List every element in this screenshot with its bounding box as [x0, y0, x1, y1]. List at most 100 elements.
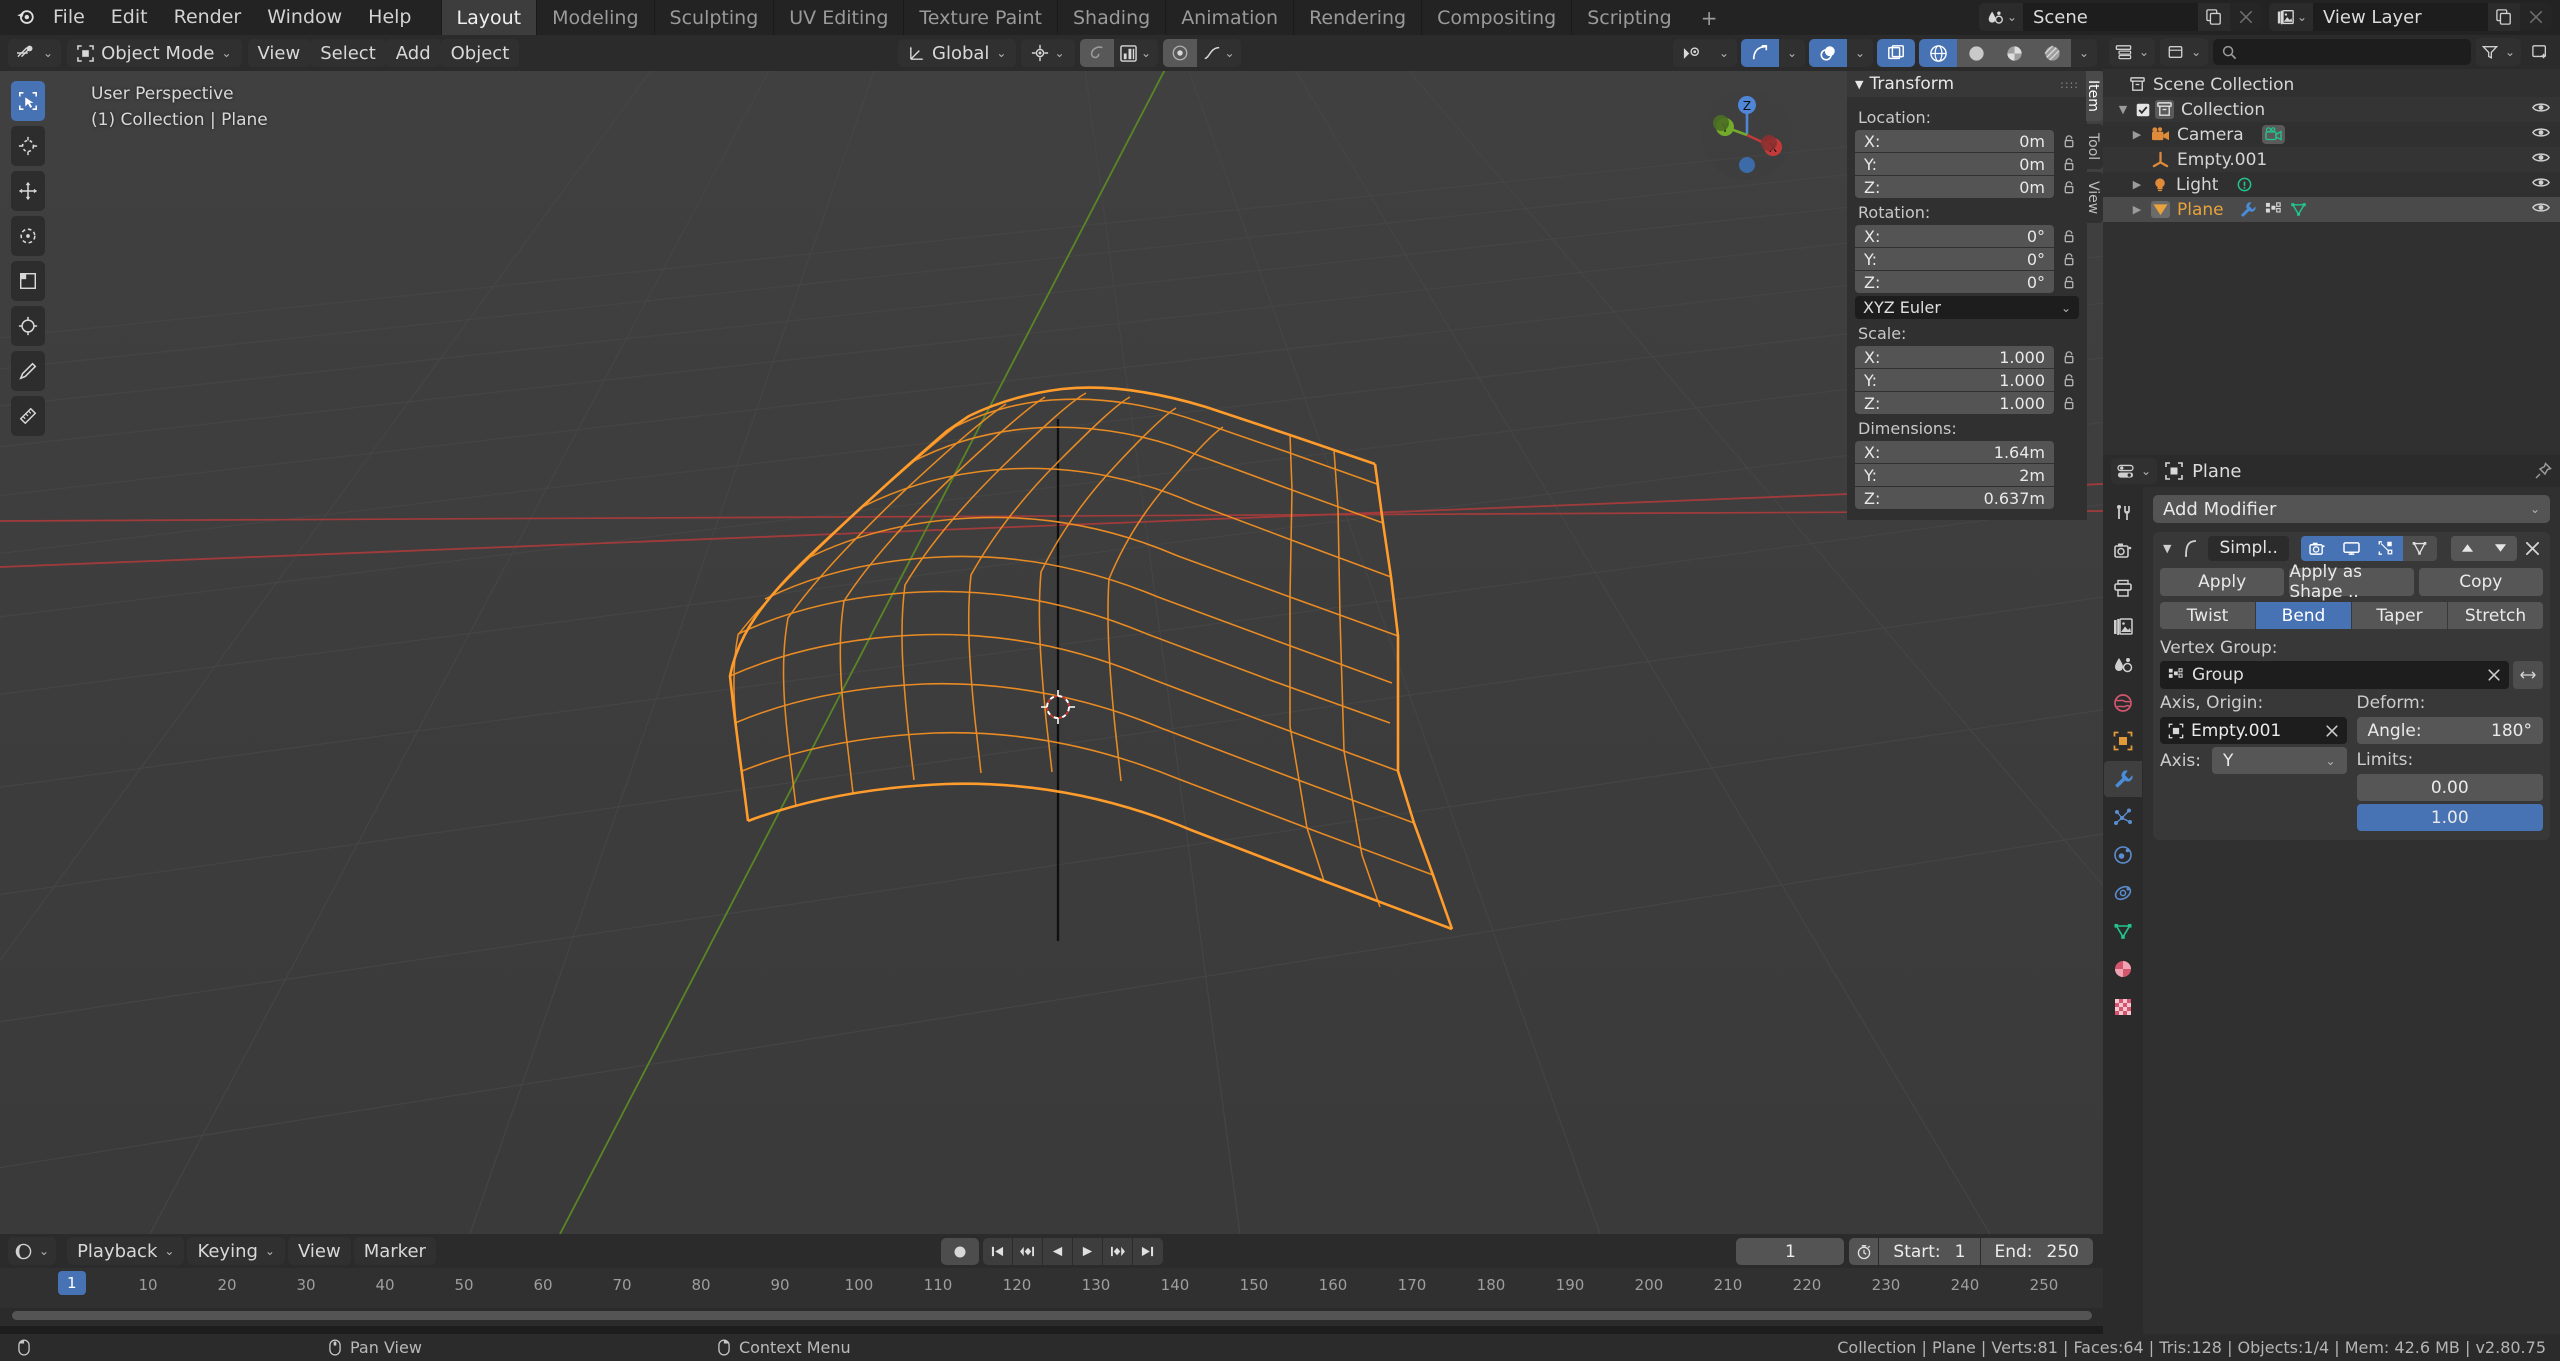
new-view-layer-button[interactable] [2488, 3, 2520, 31]
tool-select-box[interactable] [11, 81, 45, 121]
transform-orientation-selector[interactable]: Global ⌄ [898, 39, 1017, 67]
clear-vertex-group-icon[interactable] [2487, 668, 2501, 682]
disclosure-triangle-right-icon[interactable]: ▶ [2129, 178, 2145, 191]
outliner-display-mode-selector[interactable]: ⌄ [2160, 38, 2209, 66]
dimensions-z-field[interactable]: Z: 0.637m [1855, 487, 2054, 509]
jump-to-end-button[interactable] [1132, 1238, 1163, 1265]
clear-origin-object-icon[interactable] [2325, 724, 2339, 738]
lock-scale-y-icon[interactable] [2059, 373, 2079, 388]
add-modifier-dropdown[interactable]: Add Modifier ⌄ [2153, 495, 2550, 523]
workspace-tab-shading[interactable]: Shading [1057, 0, 1165, 35]
overlays-dropdown[interactable]: ⌄ [1847, 39, 1873, 67]
menu-window[interactable]: Window [254, 5, 355, 30]
view-layer-selector[interactable]: ⌄ View Layer [2268, 3, 2552, 31]
deform-mode-twist[interactable]: Twist [2160, 602, 2256, 629]
lock-rotation-z-icon[interactable] [2059, 275, 2079, 290]
side-panel-tab-item[interactable]: Item [2085, 71, 2103, 121]
object-type-visibility-button[interactable] [1673, 39, 1711, 67]
workspace-tab-layout[interactable]: Layout [440, 0, 537, 35]
properties-tab-particles[interactable] [2104, 799, 2142, 835]
new-scene-button[interactable] [2197, 3, 2230, 31]
show-overlays-button[interactable] [1809, 39, 1847, 67]
tool-annotate[interactable] [11, 351, 45, 391]
outliner-filter-button[interactable]: ⌄ [2475, 38, 2521, 66]
navigation-gizmo[interactable]: Z Y X [1701, 89, 1793, 181]
modifier-delete-button[interactable] [2523, 541, 2543, 556]
scene-name-field[interactable]: Scene [2022, 3, 2198, 31]
properties-tab-view-layer[interactable] [2104, 609, 2142, 645]
timeline-ruler[interactable]: 1 10 20 30 40 50 60 70 80 90 100 110 120… [0, 1268, 2103, 1308]
side-panel-tab-view[interactable]: View [2085, 172, 2103, 224]
modifier-move-down-button[interactable] [2483, 535, 2517, 561]
axis-dropdown[interactable]: Y ⌄ [2212, 747, 2347, 774]
outliner-row-empty[interactable]: Empty.001 [2103, 147, 2560, 172]
modifier-wrench-icon[interactable] [2239, 201, 2257, 219]
lock-scale-x-icon[interactable] [2059, 350, 2079, 365]
viewport-menu-object[interactable]: Object [440, 39, 520, 67]
modifier-on-cage-toggle[interactable] [2402, 535, 2437, 561]
disclosure-triangle-right-icon[interactable]: ▶ [2129, 128, 2145, 141]
workspace-tab-modeling[interactable]: Modeling [536, 0, 653, 35]
outliner-row-collection[interactable]: ▼ Collection [2103, 97, 2560, 122]
workspace-tab-animation[interactable]: Animation [1165, 0, 1293, 35]
lock-location-z-icon[interactable] [2059, 180, 2079, 195]
workspace-tab-uv-editing[interactable]: UV Editing [773, 0, 903, 35]
outliner-new-collection-button[interactable] [2526, 38, 2554, 66]
menu-edit[interactable]: Edit [98, 5, 161, 30]
add-workspace-button[interactable]: + [1687, 0, 1732, 35]
properties-tab-texture[interactable] [2104, 989, 2142, 1025]
play-reverse-button[interactable] [1042, 1238, 1073, 1265]
tool-rotate[interactable] [11, 216, 45, 256]
angle-field[interactable]: Angle: 180° [2356, 717, 2543, 744]
xray-toggle-button[interactable] [1877, 39, 1915, 67]
shading-rendered-button[interactable] [2033, 39, 2071, 67]
modifier-apply-button[interactable]: Apply [2160, 568, 2285, 596]
menu-file[interactable]: File [40, 5, 98, 30]
interaction-mode-selector[interactable]: Object Mode ⌄ [67, 39, 242, 67]
modifier-collapse-triangle-icon[interactable]: ▼ [2160, 542, 2174, 555]
scale-x-field[interactable]: X: 1.000 [1855, 346, 2054, 368]
light-visibility-eye-icon[interactable] [2532, 176, 2550, 189]
menu-help[interactable]: Help [355, 5, 424, 30]
outliner-search-field[interactable] [2213, 39, 2471, 65]
lock-scale-z-icon[interactable] [2059, 396, 2079, 411]
limit-lower-field[interactable]: 0.00 [2356, 774, 2543, 801]
modifier-edit-mode-toggle[interactable] [2368, 535, 2403, 561]
properties-tab-world[interactable] [2104, 685, 2142, 721]
end-frame-field[interactable]: End: 250 [1980, 1238, 2093, 1265]
plane-visibility-eye-icon[interactable] [2532, 201, 2550, 214]
properties-tab-tool[interactable] [2104, 495, 2142, 531]
modifier-render-toggle[interactable] [2300, 535, 2335, 561]
snapping-selector[interactable]: ⌄ [1021, 39, 1075, 67]
gizmo-dropdown[interactable]: ⌄ [1779, 39, 1805, 67]
rotation-mode-dropdown[interactable]: XYZ Euler ⌄ [1855, 296, 2079, 319]
jump-to-next-keyframe-button[interactable] [1102, 1238, 1133, 1265]
menu-render[interactable]: Render [161, 5, 255, 30]
properties-tab-constraints[interactable] [2104, 875, 2142, 911]
modifier-move-up-button[interactable] [2450, 535, 2484, 561]
timeline-menu-view[interactable]: View [287, 1237, 351, 1265]
scale-z-field[interactable]: Z: 1.000 [1855, 392, 2054, 414]
workspace-tab-texture-paint[interactable]: Texture Paint [903, 0, 1057, 35]
lock-location-y-icon[interactable] [2059, 157, 2079, 172]
rotation-x-field[interactable]: X: 0° [1855, 225, 2054, 247]
scale-y-field[interactable]: Y: 1.000 [1855, 369, 2054, 391]
3d-viewport[interactable]: User Perspective (1) Collection | Plane [0, 71, 2103, 1234]
properties-tab-data[interactable] [2104, 913, 2142, 949]
view-layer-name-field[interactable]: View Layer [2313, 3, 2488, 31]
deform-mode-bend[interactable]: Bend [2256, 602, 2352, 629]
camera-visibility-eye-icon[interactable] [2532, 126, 2550, 139]
properties-tab-output[interactable] [2104, 571, 2142, 607]
remove-scene-button[interactable] [2229, 3, 2262, 31]
object-type-visibility-dropdown[interactable]: ⌄ [1711, 39, 1737, 67]
side-panel-tab-tool[interactable]: Tool [2085, 123, 2103, 170]
viewport-menu-add[interactable]: Add [385, 39, 441, 67]
location-x-field[interactable]: X: 0m [1855, 130, 2054, 152]
properties-tab-material[interactable] [2104, 951, 2142, 987]
transform-panel-header[interactable]: ▼ Transform :::: [1847, 71, 2087, 97]
tool-cursor[interactable] [11, 126, 45, 166]
modifier-name-field[interactable]: Simpl.. [2208, 535, 2289, 561]
workspace-tab-rendering[interactable]: Rendering [1293, 0, 1421, 35]
camera-data-icon[interactable] [2261, 125, 2285, 144]
outliner-row-light[interactable]: ▶ Light [2103, 172, 2560, 197]
